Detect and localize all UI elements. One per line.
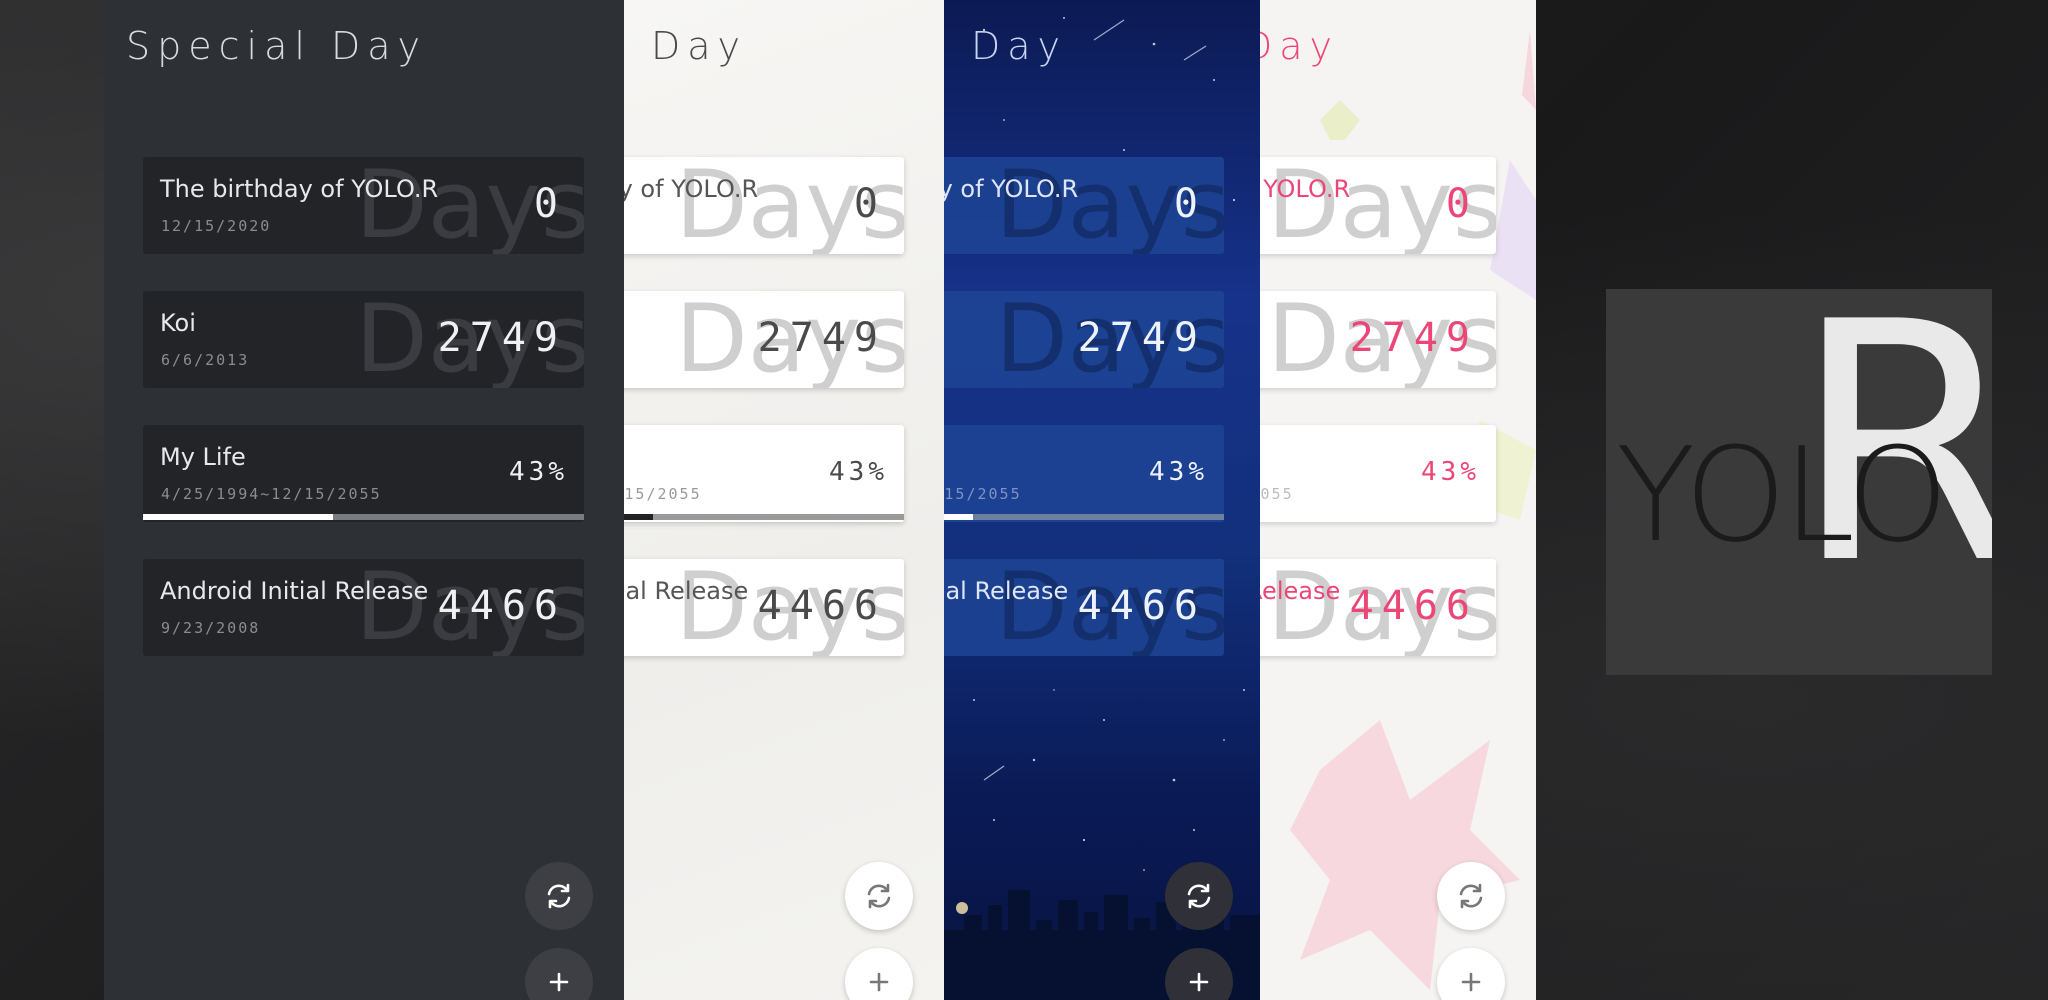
card-percent: 43% [509,457,568,487]
card-day-count: 2749 [1077,315,1206,361]
theme-panel-paper: Special Day Days The birthday of YOLO.R … [624,0,944,1000]
plus-icon [1189,972,1209,992]
event-card[interactable]: Days Android Initial Release 9/23/2008 4… [1260,559,1496,656]
event-card[interactable]: Days Koi 6/6/2013 2749 [944,291,1224,388]
life-progress-bar [143,514,584,520]
event-card[interactable]: Days The birthday of YOLO.R 12/15/2020 0 [624,157,904,254]
card-title: Android Initial Release [1260,577,1341,605]
life-progress-fill [143,514,333,520]
refresh-icon [547,883,571,909]
add-button[interactable] [525,948,593,1000]
card-day-count: 0 [1445,181,1478,227]
life-progress-fill [624,514,653,520]
app-title: Special Day [126,24,428,68]
event-card[interactable]: Days Koi 6/6/2013 2749 [1260,291,1496,388]
add-button[interactable] [845,948,913,1000]
card-percent: 43% [1421,457,1480,487]
event-card[interactable]: Days The birthday of YOLO.R 12/15/2020 0 [143,157,584,254]
yolo-r-logo: R YOLO [1606,289,1992,675]
add-button[interactable] [1437,948,1505,1000]
event-card-progress[interactable]: My Life 4/25/1994~12/15/2055 43% [143,425,584,522]
card-day-count: 4466 [1349,583,1478,629]
event-card-progress[interactable]: My Life 4/25/1994~12/15/2055 43% [944,425,1224,522]
card-date: 6/6/2013 [161,351,250,369]
life-progress-bar [624,514,904,520]
theme-panel-pink-stars: Special Day Days The birthday of YOLO.R … [1260,0,1536,1000]
app-title: Special Day [944,24,1068,68]
life-progress-fill [944,514,973,520]
card-title: The birthday of YOLO.R [160,175,439,203]
card-title: My Life [160,443,246,471]
card-percent: 43% [1149,457,1208,487]
event-card[interactable]: Days Android Initial Release 9/23/2008 4… [143,559,584,656]
card-day-count: 4466 [1077,583,1206,629]
event-card[interactable]: Days The birthday of YOLO.R 12/15/2020 0 [944,157,1224,254]
card-day-count: 4466 [437,583,566,629]
app-title: Special Day [1260,24,1340,68]
app-title: Special Day [624,24,748,68]
plus-icon [1461,972,1481,992]
card-date: 9/23/2008 [161,619,261,637]
event-card[interactable]: Days The birthday of YOLO.R 12/15/2020 0 [1260,157,1496,254]
theme-panel-dark: Special Day Days The birthday of YOLO.R … [104,0,624,1000]
refresh-button[interactable] [1165,862,1233,930]
refresh-button[interactable] [1437,862,1505,930]
card-title: Android Initial Release [944,577,1069,605]
refresh-icon [1459,883,1483,909]
theme-panel-night-sky: Special Day Days The birthday of YOLO.R … [944,0,1260,1000]
plus-icon [869,972,889,992]
logo-word: YOLO [1616,419,1949,571]
plus-icon [549,972,569,992]
card-title: Android Initial Release [624,577,749,605]
refresh-button[interactable] [525,862,593,930]
card-day-count: 2749 [1349,315,1478,361]
card-date-range: 4/25/1994~12/15/2055 [944,485,1022,503]
card-day-count: 0 [853,181,886,227]
event-card[interactable]: Days Koi 6/6/2013 2749 [624,291,904,388]
card-day-count: 0 [533,181,566,227]
life-progress-bar [944,514,1224,520]
event-card-progress[interactable]: My Life 4/25/1994~12/15/2055 43% [624,425,904,522]
card-title: The birthday of YOLO.R [944,175,1079,203]
refresh-icon [867,883,891,909]
card-day-count: 0 [1173,181,1206,227]
add-button[interactable] [1165,948,1233,1000]
card-day-count: 2749 [437,315,566,361]
card-title: The birthday of YOLO.R [624,175,759,203]
card-day-count: 2749 [757,315,886,361]
event-card[interactable]: Days Android Initial Release 9/23/2008 4… [944,559,1224,656]
card-title: The birthday of YOLO.R [1260,175,1351,203]
card-date: 12/15/2020 [161,217,272,235]
card-date-range: 4/25/1994~12/15/2055 [161,485,382,503]
card-title: Koi [160,309,196,337]
card-date-range: 4/25/1994~12/15/2055 [624,485,702,503]
event-card[interactable]: Days Android Initial Release 9/23/2008 4… [624,559,904,656]
card-day-count: 4466 [757,583,886,629]
card-title: Android Initial Release [160,577,429,605]
refresh-icon [1187,883,1211,909]
refresh-button[interactable] [845,862,913,930]
event-card[interactable]: Days Koi 6/6/2013 2749 [143,291,584,388]
card-percent: 43% [829,457,888,487]
event-card-progress[interactable]: My Life 4/25/1994~12/15/2055 43% [1260,425,1496,522]
card-date-range: 4/25/1994~12/15/2055 [1260,485,1294,503]
